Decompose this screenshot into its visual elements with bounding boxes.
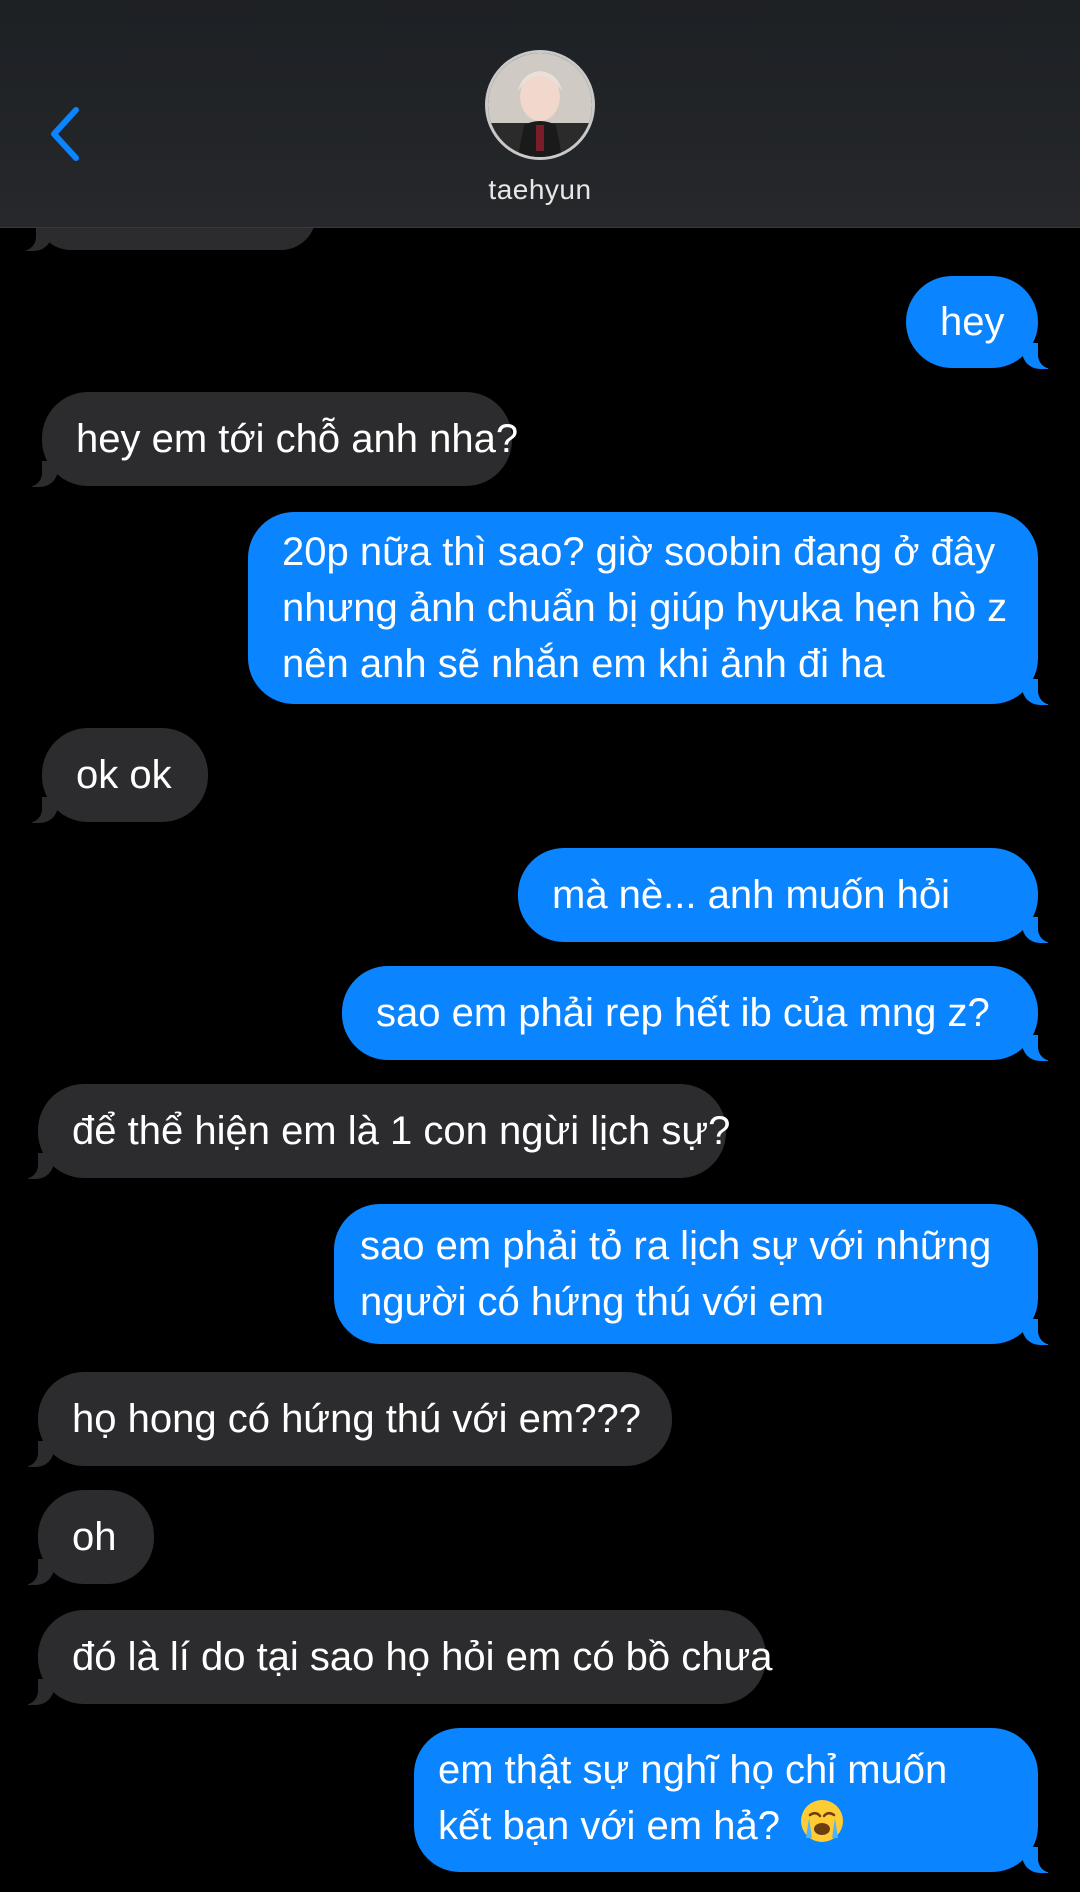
message-bubble-received[interactable]: họ hong có hứng thú với em??? bbox=[18, 1372, 672, 1467]
profile-photo-icon bbox=[488, 53, 592, 157]
avatar[interactable] bbox=[485, 50, 595, 160]
chevron-left-icon bbox=[51, 107, 79, 161]
message-bubble-sent[interactable]: mà nè... anh muốn hỏi bbox=[518, 848, 1058, 943]
message-bubble-sent[interactable]: hey bbox=[906, 276, 1058, 369]
message-bubble-sent[interactable]: 20p nữa thì sao? giờ soobin đang ở đây n… bbox=[248, 512, 1058, 705]
message-thread: hey hey em tới chỗ anh nha? 20p nữa thì … bbox=[0, 0, 1080, 1892]
message-text: hey bbox=[940, 300, 1005, 344]
message-bubble-received[interactable]: hey em tới chỗ anh nha? bbox=[22, 392, 518, 487]
message-text: oh bbox=[72, 1515, 117, 1559]
chat-header: taehyun bbox=[0, 0, 1080, 228]
message-bubble-sent[interactable]: sao em phải rep hết ib của mng z? bbox=[342, 966, 1058, 1061]
message-bubble-sent[interactable]: em thật sự nghĩ họ chỉ muốn kết bạn với … bbox=[414, 1728, 1058, 1873]
message-bubble-received[interactable]: đó là lí do tại sao họ hỏi em có bồ chưa bbox=[18, 1610, 773, 1705]
message-text: hey em tới chỗ anh nha? bbox=[76, 417, 519, 461]
message-bubble-received[interactable]: oh bbox=[18, 1490, 154, 1585]
message-text: mà nè... anh muốn hỏi bbox=[552, 873, 951, 917]
message-text: để thể hiện em là 1 con ngừi lịch sự? bbox=[72, 1109, 731, 1153]
message-bubble-received[interactable]: ok ok bbox=[22, 728, 208, 823]
crying-emoji-icon bbox=[799, 1798, 845, 1859]
message-text: sao em phải tỏ ra lịch sự với những ngườ… bbox=[360, 1224, 992, 1324]
message-bubble-received[interactable]: để thể hiện em là 1 con ngừi lịch sự? bbox=[18, 1084, 730, 1179]
contact-name: taehyun bbox=[488, 174, 592, 205]
message-text: đó là lí do tại sao họ hỏi em có bồ chưa bbox=[72, 1635, 773, 1679]
message-text: em thật sự nghĩ họ chỉ muốn kết bạn với … bbox=[438, 1747, 948, 1848]
message-text: ok ok bbox=[76, 753, 172, 797]
message-text: 20p nữa thì sao? giờ soobin đang ở đây n… bbox=[282, 530, 1008, 686]
message-text: họ hong có hứng thú với em??? bbox=[72, 1397, 641, 1441]
message-bubble-sent[interactable]: sao em phải tỏ ra lịch sự với những ngườ… bbox=[334, 1204, 1058, 1345]
back-button[interactable] bbox=[40, 104, 90, 164]
message-text: sao em phải rep hết ib của mng z? bbox=[376, 991, 990, 1035]
